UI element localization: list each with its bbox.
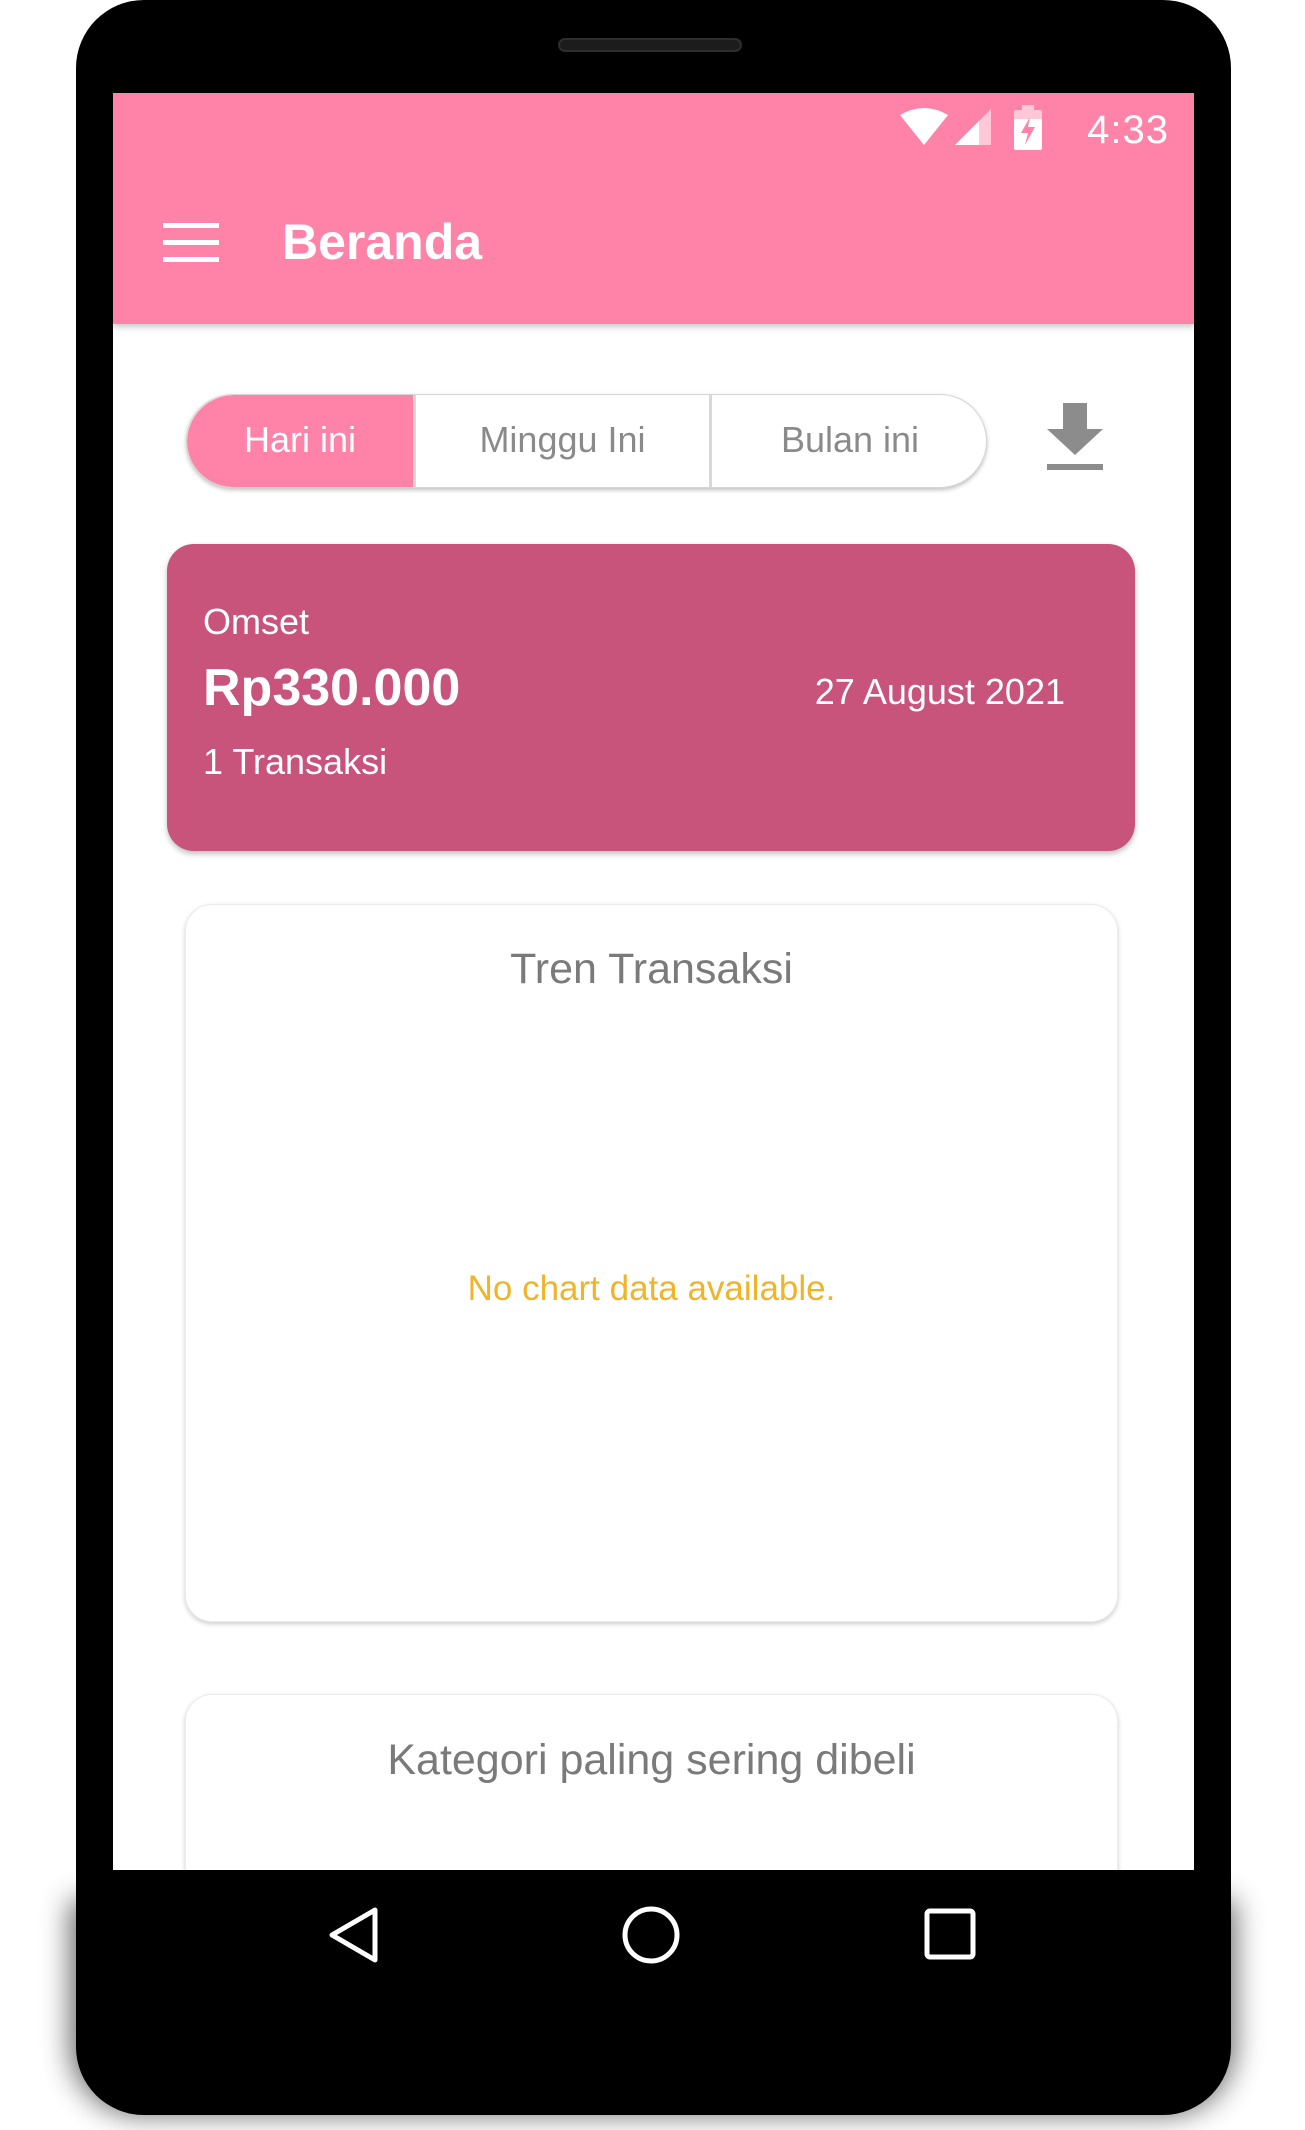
wifi-icon: [900, 108, 948, 145]
battery-charging-icon: [1014, 105, 1042, 150]
empty-chart-message: No chart data available.: [467, 1269, 836, 1308]
transaction-count: 1 Transaksi: [203, 741, 388, 782]
app-bar: 4:33 Beranda: [113, 93, 1194, 324]
trend-card-title: Tren Transaksi: [510, 945, 793, 993]
category-card: Kategori paling sering dibeli: [185, 1694, 1118, 1870]
tab-minggu-ini[interactable]: Minggu Ini: [413, 395, 709, 487]
download-button[interactable]: [1045, 403, 1105, 471]
recents-icon[interactable]: [922, 1906, 978, 1962]
app-screen: 4:33 Beranda Hari ini Minggu Ini Bulan i…: [113, 93, 1194, 1870]
hamburger-menu-icon[interactable]: [163, 223, 219, 263]
system-nav-bar: [76, 1870, 1231, 2045]
status-time: 4:33: [1087, 108, 1169, 152]
omset-date: 27 August 2021: [814, 671, 1065, 712]
speaker-grille: [558, 38, 742, 52]
period-filter: Hari ini Minggu Ini Bulan ini: [186, 394, 987, 488]
tab-hari-ini[interactable]: Hari ini: [187, 395, 413, 487]
phone-frame: 4:33 Beranda Hari ini Minggu Ini Bulan i…: [76, 0, 1231, 2115]
tab-bulan-ini[interactable]: Bulan ini: [709, 395, 986, 487]
omset-label: Omset: [203, 601, 310, 642]
cell-signal-icon: [955, 109, 991, 145]
trend-chart-card: Tren Transaksi No chart data available.: [185, 904, 1118, 1622]
omset-card: Omset Rp330.000 1 Transaksi 27 August 20…: [167, 544, 1135, 851]
category-card-title: Kategori paling sering dibeli: [387, 1736, 916, 1784]
home-icon[interactable]: [619, 1903, 683, 1967]
page-title: Beranda: [282, 214, 483, 270]
omset-amount: Rp330.000: [203, 659, 461, 717]
download-icon: [1047, 403, 1103, 470]
back-icon[interactable]: [326, 1905, 382, 1965]
